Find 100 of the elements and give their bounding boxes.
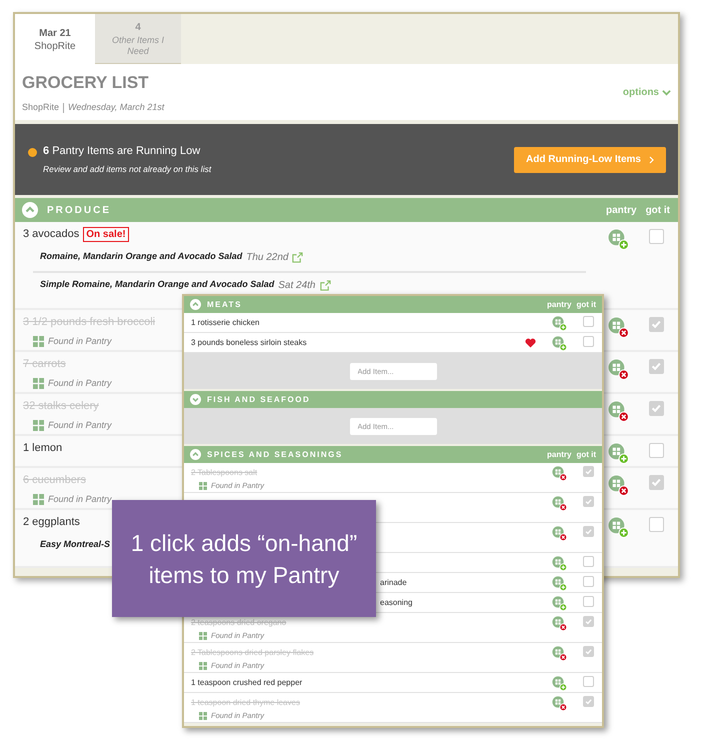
- sale-badge: On sale!: [83, 226, 129, 242]
- column-heading: got it: [576, 298, 596, 310]
- got-it-checkbox[interactable]: [583, 616, 594, 627]
- got-it-checkbox[interactable]: [649, 475, 664, 490]
- pantry-add-icon[interactable]: [552, 316, 567, 331]
- pantry-grid-icon: [33, 378, 44, 389]
- column-heading: pantry: [547, 448, 572, 460]
- got-it-checkbox[interactable]: [583, 556, 594, 567]
- chevron-down-icon: [662, 88, 671, 96]
- store-name: ShopRite: [22, 101, 60, 114]
- chevron-right-icon: [649, 156, 654, 164]
- got-it-checkbox[interactable]: [649, 443, 664, 458]
- got-it-checkbox[interactable]: [649, 401, 664, 416]
- section-header[interactable]: SPICES AND SEASONINGS pantry got it: [184, 446, 602, 463]
- item-name: 3 avocados: [23, 227, 80, 242]
- item-name: 1 rotisserie chicken: [191, 317, 260, 329]
- check-icon: [584, 618, 592, 626]
- pantry-remove-icon[interactable]: [608, 317, 629, 338]
- found-in-pantry-note: Found in Pantry: [48, 376, 112, 390]
- check-icon: [651, 361, 662, 372]
- callout-text: 1 click adds “on-hand” items to my Pantry: [130, 528, 358, 590]
- section-title: SPICES AND SEASONINGS: [207, 448, 343, 460]
- found-in-pantry-note: Found in Pantry: [48, 418, 112, 432]
- recipe-link[interactable]: Simple Romaine, Mandarin Orange and Avocado Salad: [40, 278, 274, 292]
- pantry-remove-icon[interactable]: [608, 401, 629, 422]
- pantry-grid-icon: [199, 632, 207, 640]
- expand-icon[interactable]: [190, 394, 201, 405]
- pantry-remove-icon[interactable]: [552, 616, 567, 631]
- pantry-remove-icon[interactable]: [552, 696, 567, 711]
- got-it-checkbox[interactable]: [583, 336, 594, 347]
- pantry-remove-icon[interactable]: [608, 359, 629, 380]
- date-tab[interactable]: Mar 21 ShopRite: [15, 14, 95, 64]
- item-name: 1 teaspoon crushed red pepper: [191, 677, 302, 689]
- pantry-add-icon[interactable]: [552, 336, 567, 351]
- check-icon: [584, 648, 592, 656]
- got-it-checkbox[interactable]: [583, 576, 594, 587]
- external-link-icon[interactable]: [320, 280, 330, 290]
- got-it-checkbox[interactable]: [649, 517, 664, 532]
- column-heading: pantry: [606, 204, 637, 218]
- external-link-icon[interactable]: [292, 252, 304, 262]
- running-low-message: 6 Pantry Items are Running Low: [43, 144, 202, 160]
- pantry-add-icon[interactable]: [552, 676, 567, 691]
- page-title: GROCERY LIST: [22, 72, 150, 94]
- pantry-grid-icon: [199, 662, 207, 670]
- pantry-add-icon[interactable]: [552, 596, 567, 611]
- item-name: 1 teaspoon dried thyme leaves: [191, 697, 300, 709]
- check-icon: [584, 528, 592, 536]
- collapse-icon[interactable]: [22, 202, 38, 218]
- got-it-checkbox[interactable]: [583, 596, 594, 607]
- pantry-add-icon[interactable]: [608, 229, 629, 250]
- pantry-remove-icon[interactable]: [552, 496, 567, 511]
- pantry-remove-icon[interactable]: [552, 466, 567, 481]
- running-low-detail: Review and add items not already on this list: [43, 162, 212, 176]
- section-title: PRODUCE: [47, 204, 112, 218]
- collapse-icon[interactable]: [190, 449, 201, 460]
- got-it-checkbox[interactable]: [583, 466, 594, 477]
- check-icon: [584, 698, 592, 706]
- pantry-add-icon[interactable]: [608, 517, 629, 538]
- check-icon: [651, 477, 662, 488]
- pantry-add-icon[interactable]: [552, 556, 567, 571]
- item-name: 2 eggplants: [23, 515, 80, 530]
- got-it-checkbox[interactable]: [649, 317, 664, 332]
- found-in-pantry-note: Found in Pantry: [48, 334, 112, 348]
- recipe-link[interactable]: Easy Montreal-S: [40, 538, 110, 551]
- heart-icon[interactable]: [525, 338, 536, 348]
- pantry-grid-icon: [33, 494, 44, 505]
- column-heading: pantry: [547, 298, 572, 310]
- item-name: 3 pounds boneless sirloin steaks: [191, 337, 307, 349]
- got-it-checkbox[interactable]: [583, 696, 594, 707]
- got-it-checkbox[interactable]: [649, 359, 664, 374]
- got-it-checkbox[interactable]: [583, 496, 594, 507]
- list-date: Wednesday, March 21st: [68, 101, 164, 114]
- check-icon: [651, 319, 662, 330]
- options-button[interactable]: options: [622, 84, 671, 100]
- pantry-add-icon[interactable]: [552, 576, 567, 591]
- check-icon: [584, 468, 592, 476]
- pantry-remove-icon[interactable]: [608, 475, 629, 496]
- section-header[interactable]: PRODUCE pantry got it: [15, 198, 678, 222]
- item-name: 1 lemon: [23, 441, 62, 456]
- got-it-checkbox[interactable]: [583, 676, 594, 687]
- date-tab[interactable]: 4 Other Items I Need: [95, 14, 181, 64]
- pantry-remove-icon[interactable]: [552, 526, 567, 541]
- got-it-checkbox[interactable]: [649, 229, 664, 244]
- collapse-icon[interactable]: [190, 299, 201, 310]
- add-running-low-button[interactable]: Add Running-Low Items: [514, 146, 666, 172]
- recipe-date: Thu 22nd: [246, 250, 288, 264]
- section-header[interactable]: MEATS pantry got it: [184, 296, 602, 313]
- check-icon: [651, 403, 662, 414]
- got-it-checkbox[interactable]: [583, 316, 594, 327]
- found-in-pantry-note: Found in Pantry: [48, 492, 112, 506]
- section-title: FISH AND SEAFOOD: [207, 394, 310, 406]
- got-it-checkbox[interactable]: [583, 526, 594, 537]
- pantry-remove-icon[interactable]: [552, 646, 567, 661]
- pantry-add-icon[interactable]: [608, 443, 629, 464]
- got-it-checkbox[interactable]: [583, 646, 594, 657]
- recipe-link[interactable]: Romaine, Mandarin Orange and Avocado Salad: [40, 250, 242, 264]
- section-title: MEATS: [207, 298, 242, 310]
- column-heading: got it: [576, 448, 596, 460]
- section-header[interactable]: FISH AND SEAFOOD: [184, 391, 602, 408]
- item-name: 2 Tablespoons salt: [191, 467, 258, 479]
